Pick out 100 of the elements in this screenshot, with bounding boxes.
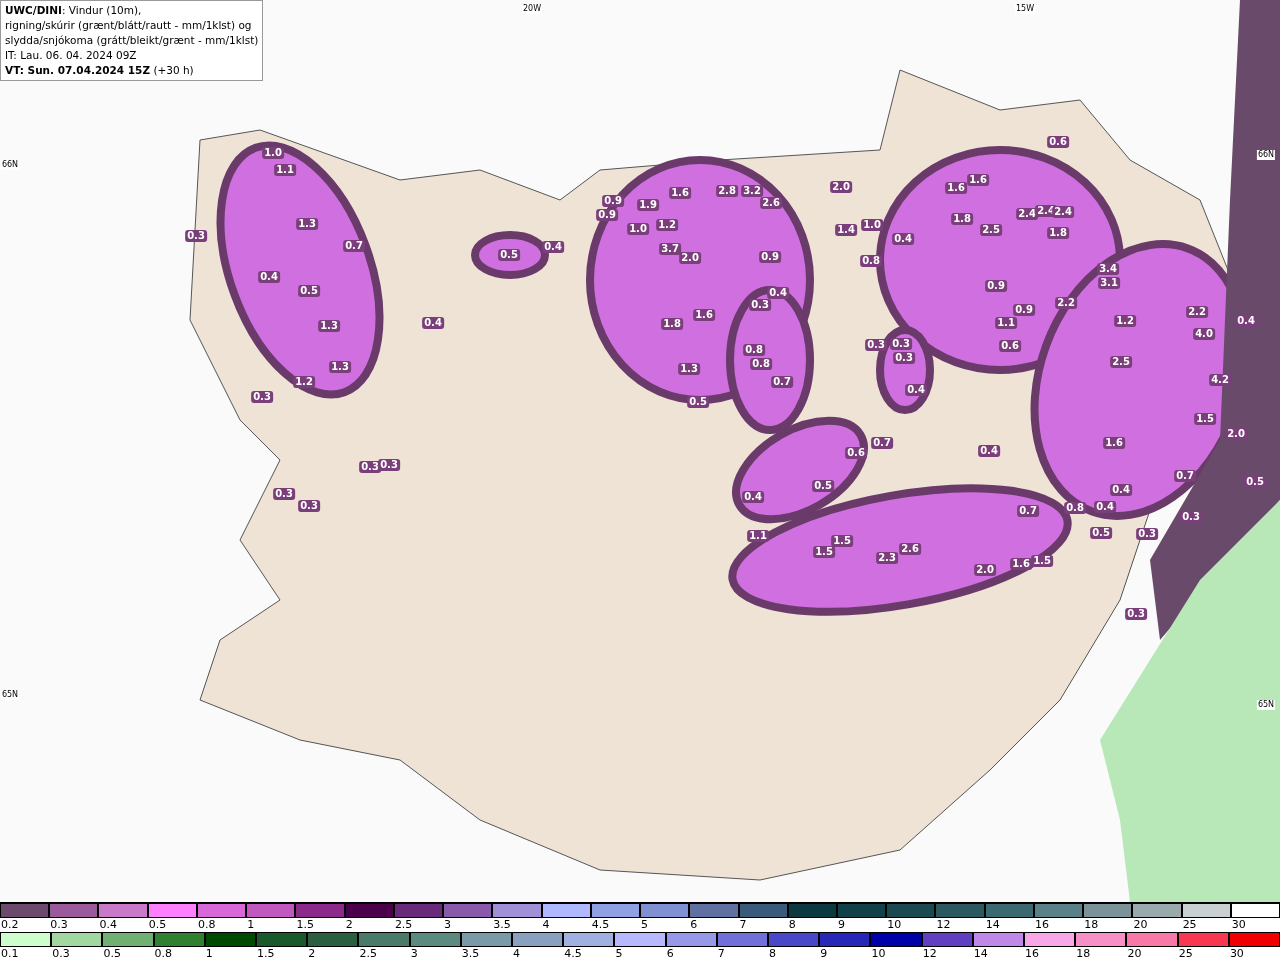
legend-label: 1 <box>246 918 256 932</box>
precipitation-value: 2.2 <box>1186 306 1208 318</box>
precipitation-value: 0.3 <box>273 488 295 500</box>
legend-label: 2 <box>344 918 354 932</box>
grid-coordinate-label: 15W <box>1014 4 1036 14</box>
legend-label: 25 <box>1181 918 1198 932</box>
precipitation-value: 1.3 <box>678 363 700 375</box>
grid-coordinate-label: 66N <box>1256 150 1276 160</box>
precipitation-value: 0.4 <box>258 271 280 283</box>
map-info-line: IT: Lau. 06. 04. 2024 09Z <box>5 48 138 63</box>
legend-label: 6 <box>689 918 699 932</box>
legend-label: 18 <box>1083 918 1100 932</box>
legend-label: 5 <box>640 918 650 932</box>
precipitation-value: 1.5 <box>831 535 853 547</box>
map-title: UWC/DINI: Vindur (10m), <box>5 3 143 18</box>
legend-label: 10 <box>870 947 887 960</box>
precipitation-value: 0.5 <box>812 480 834 492</box>
legend-label: 0.3 <box>51 947 71 960</box>
precipitation-value: 2.0 <box>679 252 701 264</box>
precipitation-value: 0.8 <box>750 358 772 370</box>
legend-label: 9 <box>819 947 829 960</box>
legend-label: 0.3 <box>49 918 69 932</box>
legend-label: 3.5 <box>460 947 481 960</box>
grid-coordinate-label: 20W <box>521 4 543 14</box>
legend-label: 4.5 <box>590 918 611 932</box>
precipitation-value: 1.8 <box>1047 227 1069 239</box>
precipitation-value: 0.3 <box>749 299 771 311</box>
legend-label: 18 <box>1075 947 1092 960</box>
precipitation-value: 0.4 <box>767 287 789 299</box>
precipitation-value: 0.5 <box>498 249 520 261</box>
legend-label: 25 <box>1177 947 1194 960</box>
precipitation-value: 2.6 <box>899 543 921 555</box>
precipitation-value: 0.9 <box>759 251 781 263</box>
precipitation-value: 4.2 <box>1209 374 1231 386</box>
precipitation-value: 0.5 <box>1090 527 1112 539</box>
precipitation-value: 0.3 <box>1180 511 1202 523</box>
legend-label: 14 <box>972 947 989 960</box>
precipitation-value: 0.9 <box>602 195 624 207</box>
precipitation-value: 2.4 <box>1016 208 1038 220</box>
precipitation-value: 2.3 <box>876 552 898 564</box>
precipitation-value: 0.7 <box>871 437 893 449</box>
legend-label: 10 <box>886 918 903 932</box>
legend-label: 8 <box>787 918 797 932</box>
precipitation-value: 0.5 <box>687 396 709 408</box>
precipitation-value: 0.6 <box>999 340 1021 352</box>
precipitation-value: 0.7 <box>1174 470 1196 482</box>
legend-label: 8 <box>768 947 778 960</box>
precipitation-value: 0.3 <box>890 338 912 350</box>
precipitation-value: 0.7 <box>1017 505 1039 517</box>
legend-label: 1.5 <box>256 947 276 960</box>
legend-label: 16 <box>1033 918 1050 932</box>
precipitation-value: 0.4 <box>542 241 564 253</box>
precipitation-value: 2.2 <box>1055 297 1077 309</box>
grid-coordinate-label: 66N <box>0 160 20 170</box>
legend-label: 0.8 <box>153 947 174 960</box>
legend-label: 0.4 <box>98 918 118 932</box>
legend-label: 12 <box>921 947 938 960</box>
precipitation-value: 1.0 <box>861 219 883 231</box>
precipitation-value: 1.2 <box>1114 315 1136 327</box>
grid-coordinate-label: 65N <box>0 690 20 700</box>
precipitation-value: 4.0 <box>1193 328 1215 340</box>
precipitation-value: 3.7 <box>659 243 681 255</box>
precipitation-value: 0.4 <box>892 233 914 245</box>
precipitation-value: 0.9 <box>1013 304 1035 316</box>
precipitation-value: 0.7 <box>771 376 793 388</box>
precipitation-value: 0.5 <box>298 285 320 297</box>
precipitation-value: 1.6 <box>1103 437 1125 449</box>
precipitation-value: 0.3 <box>378 459 400 471</box>
legend-label: 20 <box>1132 918 1149 932</box>
precipitation-value: 2.0 <box>974 564 996 576</box>
precipitation-value: 0.4 <box>1110 484 1132 496</box>
legend-label: 0.5 <box>147 918 168 932</box>
legend-label: 1 <box>204 947 214 960</box>
precipitation-value: 1.0 <box>627 223 649 235</box>
legend-label: 4 <box>512 947 522 960</box>
legend-label: 2.5 <box>393 918 414 932</box>
precipitation-value: 0.4 <box>1235 315 1257 327</box>
precipitation-value: 2.0 <box>1225 428 1247 440</box>
precipitation-value: 0.3 <box>185 230 207 242</box>
precipitation-value: 0.9 <box>596 209 618 221</box>
precipitation-value: 1.6 <box>669 187 691 199</box>
precipitation-value: 1.2 <box>293 376 315 388</box>
legend-label: 20 <box>1126 947 1143 960</box>
precipitation-value: 1.4 <box>835 224 857 236</box>
precipitation-value: 1.8 <box>951 213 973 225</box>
precipitation-value: 3.2 <box>741 185 763 197</box>
precipitation-value: 0.4 <box>1094 501 1116 513</box>
legend-label: 1.5 <box>295 918 315 932</box>
precipitation-value: 0.5 <box>1244 476 1266 488</box>
legend-label: 4.5 <box>563 947 583 960</box>
precipitation-value: 0.8 <box>743 344 765 356</box>
legend-label: 7 <box>716 947 726 960</box>
precipitation-value: 0.7 <box>343 240 365 252</box>
precipitation-value: 2.0 <box>830 181 852 193</box>
legend-label: 0.1 <box>0 947 20 960</box>
precipitation-value: 0.6 <box>845 447 867 459</box>
precipitation-value: 0.8 <box>1064 502 1086 514</box>
precipitation-value: 0.4 <box>742 491 764 503</box>
legend-label: 2.5 <box>358 947 378 960</box>
precipitation-value: 0.3 <box>865 339 887 351</box>
